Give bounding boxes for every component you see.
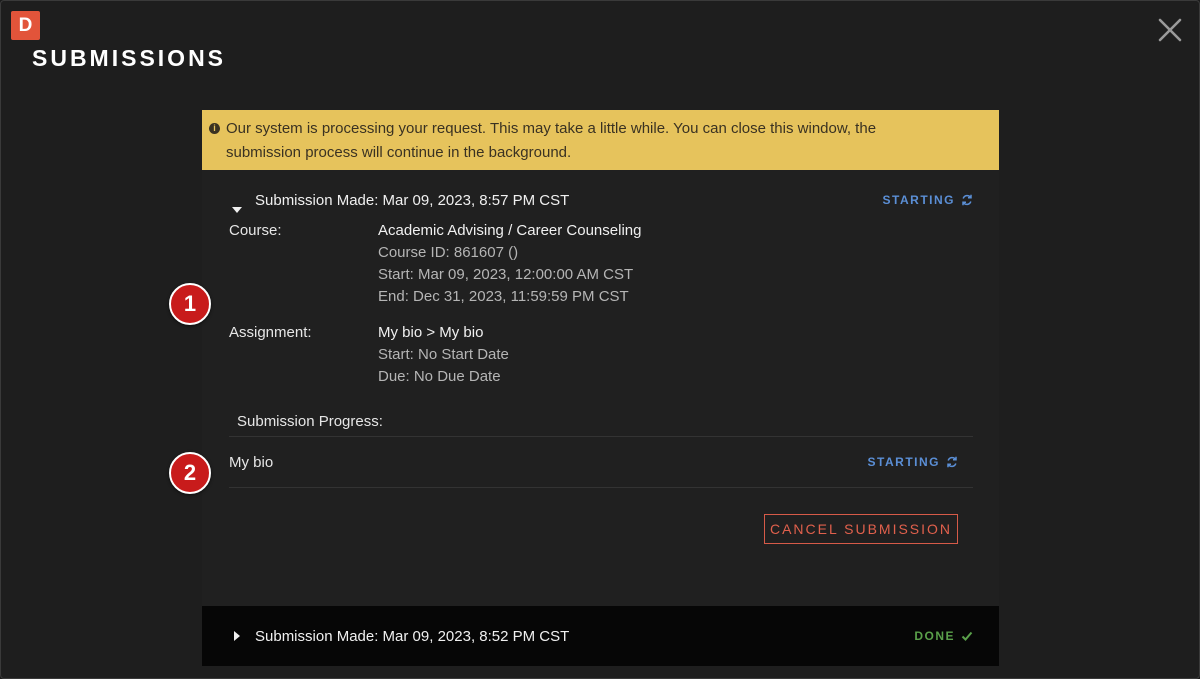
course-label: Course:	[229, 222, 282, 239]
assignment-row: Assignment: My bio > My bio Start: No St…	[229, 322, 999, 388]
submission-header-toggle[interactable]: Submission Made: Mar 09, 2023, 8:57 PM C…	[202, 180, 999, 220]
notice-line-2: submission process will continue in the …	[226, 144, 572, 161]
submission-header-toggle-collapsed[interactable]: Submission Made: Mar 09, 2023, 8:52 PM C…	[202, 606, 999, 666]
check-icon	[961, 631, 973, 641]
status-badge-done: DONE	[914, 629, 973, 643]
assignment-name: My bio > My bio	[378, 324, 484, 341]
processing-notice: i Our system is processing your request.…	[202, 110, 999, 170]
cancel-area: CANCEL SUBMISSION	[202, 488, 999, 572]
course-id: Course ID: 861607 ()	[378, 244, 519, 261]
submissions-panel: i Our system is processing your request.…	[202, 110, 999, 666]
status-text: DONE	[914, 629, 955, 643]
close-button[interactable]	[1157, 17, 1183, 43]
caret-down-icon	[232, 207, 242, 213]
progress-item-label: My bio	[229, 453, 274, 471]
info-icon: i	[209, 123, 220, 134]
annotation-badge-2: 2	[169, 452, 211, 494]
assignment-label: Assignment:	[229, 324, 312, 341]
status-text: STARTING	[882, 193, 955, 207]
assignment-due: Due: No Due Date	[378, 368, 501, 385]
submission-header-label: Submission Made: Mar 09, 2023, 8:52 PM C…	[255, 627, 570, 645]
course-end: End: Dec 31, 2023, 11:59:59 PM CST	[378, 288, 629, 305]
submission-item-collapsed: Submission Made: Mar 09, 2023, 8:52 PM C…	[202, 606, 999, 666]
progress-status-text: STARTING	[867, 455, 940, 469]
app-logo: D	[11, 11, 40, 40]
submissions-modal: D SUBMISSIONS i Our system is processing…	[0, 0, 1200, 679]
caret-right-icon	[234, 631, 240, 641]
submission-header-label: Submission Made: Mar 09, 2023, 8:57 PM C…	[255, 191, 570, 209]
notice-line-1: Our system is processing your request. T…	[226, 120, 877, 137]
course-start: Start: Mar 09, 2023, 12:00:00 AM CST	[378, 266, 634, 283]
course-values: Academic Advising / Career Counseling Co…	[378, 220, 641, 308]
progress-status-badge: STARTING	[868, 455, 958, 469]
refresh-icon	[962, 194, 972, 206]
refresh-icon	[947, 456, 957, 468]
page-title: SUBMISSIONS	[32, 45, 227, 71]
progress-title: Submission Progress:	[237, 413, 383, 430]
assignment-start: Start: No Start Date	[378, 346, 509, 363]
course-row: Course: Academic Advising / Career Couns…	[229, 220, 999, 308]
progress-item: My bio STARTING	[229, 436, 973, 488]
submission-item-expanded: Submission Made: Mar 09, 2023, 8:57 PM C…	[202, 180, 999, 572]
annotation-badge-1: 1	[169, 283, 211, 325]
close-icon	[1158, 18, 1182, 42]
submission-details: Course: Academic Advising / Career Couns…	[202, 220, 999, 388]
status-badge: STARTING	[883, 193, 973, 207]
cancel-submission-button[interactable]: CANCEL SUBMISSION	[764, 514, 958, 544]
course-name: Academic Advising / Career Counseling	[378, 222, 642, 239]
assignment-values: My bio > My bio Start: No Start Date Due…	[378, 322, 509, 388]
